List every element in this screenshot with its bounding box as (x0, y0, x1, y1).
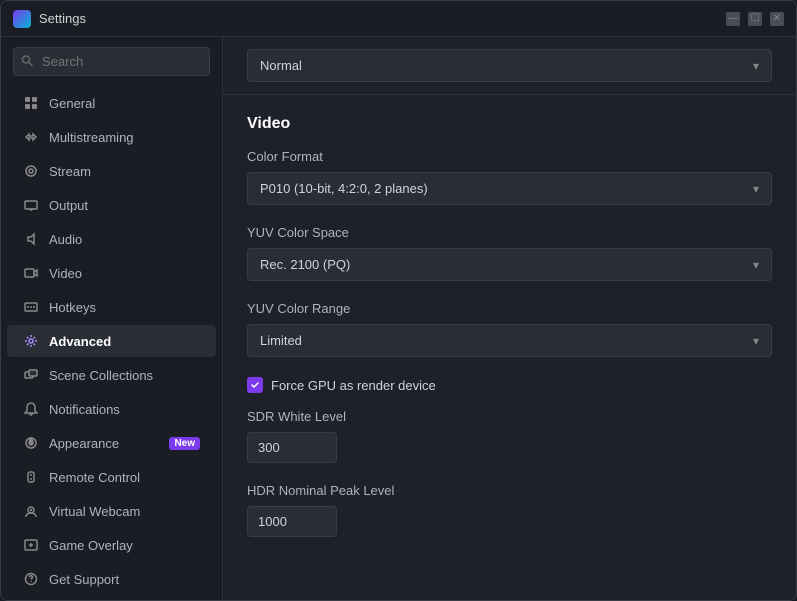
sidebar-item-video[interactable]: Video (7, 257, 216, 289)
yuv-color-space-value: Rec. 2100 (PQ) (260, 257, 350, 272)
sidebar-item-label: Hotkeys (49, 300, 200, 315)
sidebar-item-label: Get Support (49, 572, 200, 587)
video-icon (23, 265, 39, 281)
sidebar-item-label: Appearance (49, 436, 159, 451)
force-gpu-label: Force GPU as render device (271, 378, 436, 393)
top-dropdown-value: Normal (260, 58, 302, 73)
sdr-white-level-group: SDR White Level (247, 409, 772, 463)
app-icon (13, 10, 31, 28)
color-format-label: Color Format (247, 149, 772, 164)
yuv-color-space-dropdown[interactable]: Rec. 2100 (PQ) ▾ (247, 248, 772, 281)
new-badge: New (169, 437, 200, 450)
sidebar-item-label: Virtual Webcam (49, 504, 200, 519)
chevron-down-icon: ▾ (753, 334, 759, 348)
force-gpu-checkbox[interactable] (247, 377, 263, 393)
sidebar-item-label: Remote Control (49, 470, 200, 485)
yuv-color-space-group: YUV Color Space Rec. 2100 (PQ) ▾ (247, 225, 772, 281)
hdr-peak-level-group: HDR Nominal Peak Level (247, 483, 772, 537)
search-container (1, 37, 222, 86)
sidebar-item-multistreaming[interactable]: Multistreaming (7, 121, 216, 153)
stream-icon (23, 163, 39, 179)
hotkeys-icon (23, 299, 39, 315)
output-icon (23, 197, 39, 213)
sidebar-item-get-support[interactable]: Get Support (7, 563, 216, 595)
sidebar-item-label: Game Overlay (49, 538, 200, 553)
yuv-color-range-group: YUV Color Range Limited ▾ (247, 301, 772, 357)
multistream-icon (23, 129, 39, 145)
sidebar-item-stream[interactable]: Stream (7, 155, 216, 187)
video-section-title: Video (247, 115, 772, 133)
sidebar-item-label: Video (49, 266, 200, 281)
grid-icon (23, 95, 39, 111)
top-dropdown-row: Normal ▾ (223, 37, 796, 95)
sidebar-item-label: Multistreaming (49, 130, 200, 145)
top-dropdown[interactable]: Normal ▾ (247, 49, 772, 82)
webcam-icon (23, 503, 39, 519)
sidebar-item-scene-collections[interactable]: Scene Collections (7, 359, 216, 391)
notifications-icon (23, 401, 39, 417)
maximize-button[interactable]: ☐ (748, 12, 762, 26)
sidebar-item-general[interactable]: General (7, 87, 216, 119)
advanced-icon (23, 333, 39, 349)
sidebar-item-label: General (49, 96, 200, 111)
sidebar-item-advanced[interactable]: Advanced (7, 325, 216, 357)
hdr-peak-level-label: HDR Nominal Peak Level (247, 483, 772, 498)
sidebar-item-label: Stream (49, 164, 200, 179)
yuv-color-range-value: Limited (260, 333, 302, 348)
hdr-peak-level-input[interactable] (247, 506, 337, 537)
sidebar-item-audio[interactable]: Audio (7, 223, 216, 255)
sidebar-item-notifications[interactable]: Notifications (7, 393, 216, 425)
sidebar-item-label: Advanced (49, 334, 200, 349)
color-format-group: Color Format P010 (10-bit, 4:2:0, 2 plan… (247, 149, 772, 205)
sidebar-item-game-overlay[interactable]: Game Overlay (7, 529, 216, 561)
support-icon (23, 571, 39, 587)
yuv-color-space-label: YUV Color Space (247, 225, 772, 240)
chevron-down-icon: ▾ (753, 258, 759, 272)
sidebar-item-label: Output (49, 198, 200, 213)
color-format-value: P010 (10-bit, 4:2:0, 2 planes) (260, 181, 428, 196)
overlay-icon (23, 537, 39, 553)
sidebar-item-label: Scene Collections (49, 368, 200, 383)
sidebar-item-label: Audio (49, 232, 200, 247)
chevron-down-icon: ▾ (753, 59, 759, 73)
titlebar: Settings — ☐ ✕ (1, 1, 796, 37)
search-input[interactable] (13, 47, 210, 76)
sidebar-item-ultra[interactable]: Ultra (7, 597, 216, 600)
color-format-dropdown[interactable]: P010 (10-bit, 4:2:0, 2 planes) ▾ (247, 172, 772, 205)
chevron-down-icon: ▾ (753, 182, 759, 196)
search-wrapper (13, 47, 210, 76)
minimize-button[interactable]: — (726, 12, 740, 26)
yuv-color-range-label: YUV Color Range (247, 301, 772, 316)
yuv-color-range-dropdown[interactable]: Limited ▾ (247, 324, 772, 357)
force-gpu-row: Force GPU as render device (247, 377, 772, 393)
appearance-icon (23, 435, 39, 451)
sdr-white-level-label: SDR White Level (247, 409, 772, 424)
window-title: Settings (39, 11, 726, 26)
settings-window: Settings — ☐ ✕ (0, 0, 797, 601)
sidebar: General Multistreaming Stream (1, 37, 223, 600)
remote-icon (23, 469, 39, 485)
window-controls: — ☐ ✕ (726, 12, 784, 26)
sidebar-item-remote-control[interactable]: Remote Control (7, 461, 216, 493)
sidebar-item-hotkeys[interactable]: Hotkeys (7, 291, 216, 323)
sidebar-item-virtual-webcam[interactable]: Virtual Webcam (7, 495, 216, 527)
sidebar-item-output[interactable]: Output (7, 189, 216, 221)
sidebar-item-appearance[interactable]: Appearance New (7, 427, 216, 459)
scene-icon (23, 367, 39, 383)
close-button[interactable]: ✕ (770, 12, 784, 26)
sidebar-item-label: Notifications (49, 402, 200, 417)
content-inner: Video Color Format P010 (10-bit, 4:2:0, … (223, 115, 796, 581)
audio-icon (23, 231, 39, 247)
sdr-white-level-input[interactable] (247, 432, 337, 463)
main-layout: General Multistreaming Stream (1, 37, 796, 600)
content-area: Normal ▾ Video Color Format P010 (10-bit… (223, 37, 796, 600)
